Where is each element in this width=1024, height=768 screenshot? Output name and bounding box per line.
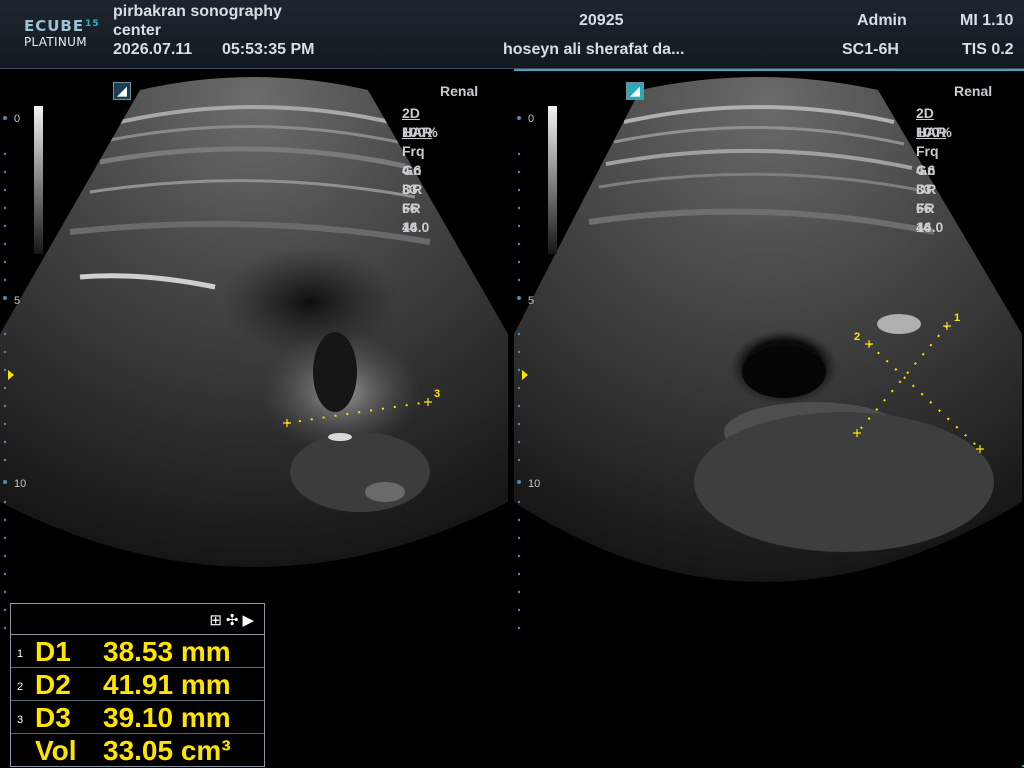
- right-image-pane[interactable]: 1 2 ◢ 0 5 10 Renal 2D HAR 100% Frq 4.6 G…: [514, 72, 1022, 768]
- thermal-index: TIS 0.2: [962, 41, 1014, 58]
- depth-value: 14.0: [402, 219, 430, 235]
- depth-label-0: 0: [14, 113, 21, 125]
- logo-subtitle: PLATINUM: [24, 35, 87, 49]
- operator-name: Admin: [857, 12, 907, 29]
- measurement-label: D3: [35, 702, 71, 733]
- institution-name-line2: center: [113, 22, 162, 39]
- preset-label: Renal: [954, 83, 993, 99]
- measurement-label: D2: [35, 669, 71, 700]
- caliper-d2-label: 2: [854, 331, 860, 343]
- measurement-row-volume[interactable]: Vol 33.05 cm³: [11, 734, 264, 766]
- measurement-row-d2[interactable]: 2 D2 41.91 mm: [11, 668, 264, 701]
- exam-time: 05:53:35 PM: [222, 41, 315, 58]
- depth-label-0: 0: [528, 113, 535, 125]
- depth-label-5: 5: [528, 295, 535, 307]
- caliper-d1-label: 1: [954, 312, 960, 324]
- power-value: 100%: [916, 124, 952, 140]
- measurement-label: D1: [35, 636, 71, 667]
- measurement-box-tools-icon[interactable]: ⊞✣▶: [209, 611, 258, 629]
- patient-id: 20925: [579, 12, 624, 29]
- depth-label-10: 10: [528, 478, 541, 490]
- depth-label-10: 10: [14, 478, 27, 490]
- probe-name: SC1-6H: [842, 41, 899, 58]
- focus-marker-icon: [522, 370, 528, 380]
- measurement-index: 1: [17, 648, 24, 660]
- probe-orientation-icon[interactable]: ◢: [113, 82, 131, 100]
- depth-label-5: 5: [14, 295, 21, 307]
- power-value: 100%: [402, 124, 438, 140]
- header-bar: ECUBE15 PLATINUM pirbakran sonography ce…: [0, 0, 1024, 69]
- logo-number: 15: [85, 19, 100, 29]
- measurement-value: 41.91 mm: [103, 669, 231, 700]
- measurement-value: 38.53 mm: [103, 636, 231, 667]
- measurement-value: 33.05 cm³: [103, 735, 231, 766]
- right-ultrasound-image: 1 2: [514, 77, 1022, 582]
- logo-text: ECUBE: [24, 17, 85, 35]
- patient-name: hoseyn ali sherafat da...: [503, 41, 685, 58]
- focus-marker-icon: [8, 370, 14, 380]
- measurement-index: 3: [17, 714, 24, 726]
- exam-date: 2026.07.11: [113, 41, 193, 58]
- probe-orientation-icon[interactable]: ◢: [626, 82, 644, 100]
- depth-scale: [3, 116, 14, 630]
- grayscale-bar: [34, 106, 43, 254]
- measurement-row-d3[interactable]: 3 D3 39.10 mm: [11, 701, 264, 734]
- measurement-results-box[interactable]: ⊞✣▶ 1 D1 38.53 mm 2 D2 41.91 mm 3 D3 39.…: [10, 603, 265, 767]
- measurement-index: 2: [17, 681, 24, 693]
- grayscale-bar: [548, 106, 557, 254]
- institution-name-line1: pirbakran sonography: [113, 3, 282, 20]
- measurement-value: 39.10 mm: [103, 702, 231, 733]
- depth-scale: [517, 116, 528, 630]
- ecube-logo: ECUBE15 PLATINUM: [24, 17, 104, 53]
- depth-value: 14.0: [916, 219, 944, 235]
- mechanical-index: MI 1.10: [960, 12, 1014, 29]
- measurement-label: Vol: [35, 735, 77, 766]
- measurement-box-toolbar: ⊞✣▶: [11, 604, 264, 635]
- measurement-row-d1[interactable]: 1 D1 38.53 mm: [11, 635, 264, 668]
- active-pane-indicator-top: [514, 69, 1024, 71]
- preset-label: Renal: [440, 83, 479, 99]
- caliper-d3-label: 3: [434, 388, 440, 400]
